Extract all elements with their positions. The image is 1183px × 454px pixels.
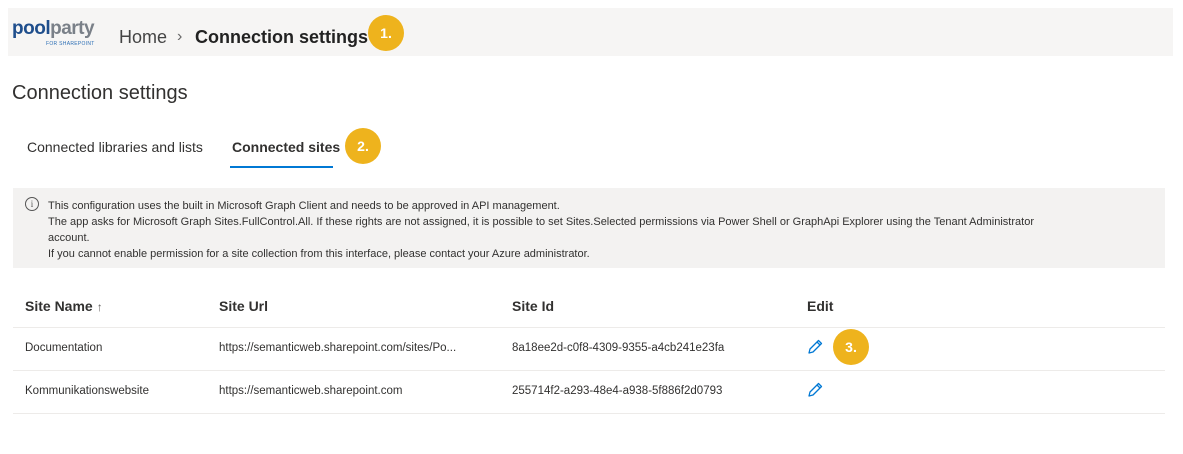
tab-connected-sites[interactable]: Connected sites <box>232 139 340 155</box>
column-header-edit[interactable]: Edit <box>807 298 833 314</box>
tab-connected-libraries[interactable]: Connected libraries and lists <box>27 139 203 155</box>
cell-site-name: Kommunikationswebsite <box>25 385 150 397</box>
info-icon: i <box>25 197 39 211</box>
step-badge-3: 3. <box>833 329 869 365</box>
info-message-bar: i This configuration uses the built in M… <box>13 188 1165 268</box>
cell-site-id: 8a18ee2d-c0f8-4309-9355-a4cb241e23fa <box>512 342 725 354</box>
pencil-icon[interactable] <box>806 338 824 356</box>
logo-wordmark: poolparty <box>12 18 95 39</box>
column-header-site-url[interactable]: Site Url <box>219 298 268 314</box>
pencil-icon[interactable] <box>806 381 824 399</box>
cell-site-name: Documentation <box>25 342 103 354</box>
active-tab-indicator <box>230 166 333 168</box>
table-divider <box>13 327 1165 328</box>
cell-site-id: 255714f2-a293-48e4-a938-5f886f2d0793 <box>512 385 723 397</box>
info-line: If you cannot enable permission for a si… <box>48 248 590 260</box>
cell-site-url: https://semanticweb.sharepoint.com/sites… <box>219 342 457 354</box>
top-bar: poolparty FOR SHAREPOINT Home › Connecti… <box>8 8 1173 56</box>
info-line: This configuration uses the built in Mic… <box>48 200 560 212</box>
table-divider <box>13 413 1165 414</box>
column-header-site-name[interactable]: Site Name ↑ <box>25 298 103 314</box>
step-badge-2: 2. <box>345 128 381 164</box>
chevron-right-icon: › <box>177 28 183 45</box>
info-line: account. <box>48 232 90 244</box>
sort-ascending-icon: ↑ <box>96 300 103 314</box>
page-title: Connection settings <box>12 82 188 104</box>
info-message-text: This configuration uses the built in Mic… <box>48 198 1138 262</box>
cell-site-url: https://semanticweb.sharepoint.com <box>219 385 403 397</box>
breadcrumb-current: Connection settings <box>195 27 369 47</box>
table-divider <box>13 370 1165 371</box>
column-header-site-id[interactable]: Site Id <box>512 298 554 314</box>
logo-subtext: FOR SHAREPOINT <box>46 41 95 47</box>
step-badge-1: 1. <box>368 15 404 51</box>
info-line: The app asks for Microsoft Graph Sites.F… <box>48 216 1034 228</box>
poolparty-logo[interactable]: poolparty FOR SHAREPOINT <box>12 12 96 52</box>
breadcrumb-home[interactable]: Home <box>119 26 167 48</box>
